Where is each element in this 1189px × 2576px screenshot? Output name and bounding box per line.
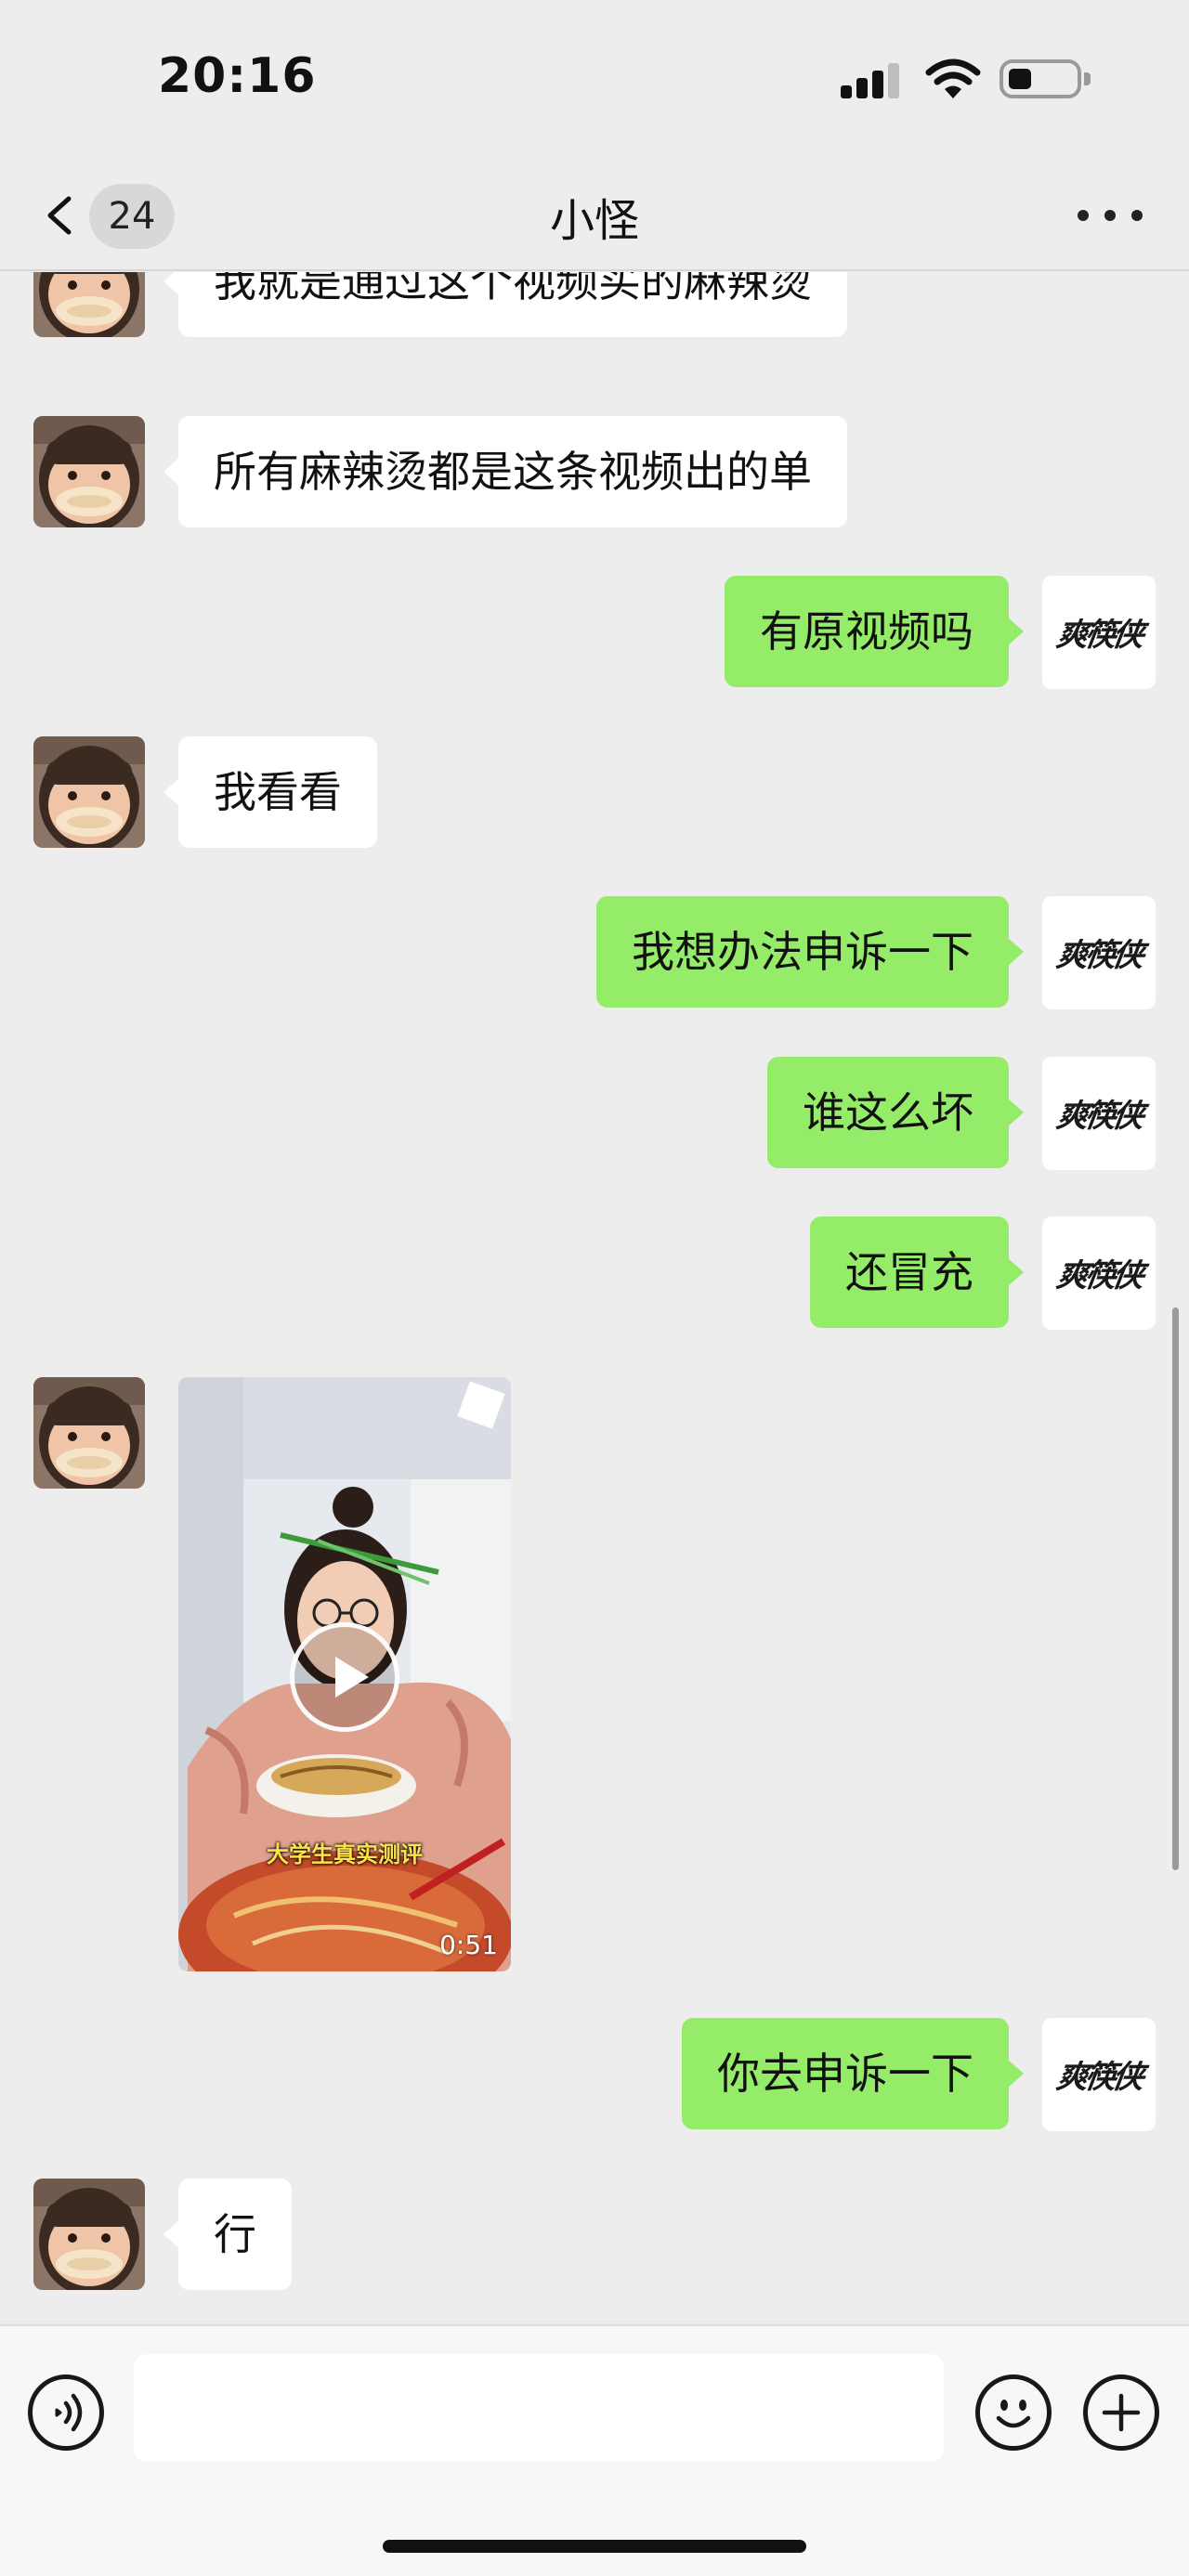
own-avatar[interactable]: 爽筷侠 (1042, 2018, 1156, 2131)
incoming-message-bubble[interactable]: 我就是通过这个视频买的麻辣烫 (163, 272, 847, 337)
plus-button[interactable] (1083, 2374, 1159, 2451)
voice-icon (55, 2393, 83, 2432)
own-avatar-logo: 爽筷侠 (1053, 1098, 1143, 1135)
more-button[interactable] (1078, 195, 1143, 236)
input-toolbar (0, 2324, 1189, 2576)
wifi-icon (925, 59, 981, 98)
home-indicator[interactable] (383, 2540, 806, 2553)
battery-icon (1000, 59, 1091, 98)
outgoing-message-bubble[interactable]: 我想办法申诉一下 (596, 896, 1024, 1008)
own-avatar[interactable]: 爽筷侠 (1042, 576, 1156, 689)
contact-avatar[interactable] (33, 416, 145, 527)
chat-header: 24 小怪 (0, 158, 1189, 271)
own-avatar[interactable]: 爽筷侠 (1042, 896, 1156, 1009)
incoming-message-bubble[interactable]: 所有麻辣烫都是这条视频出的单 (163, 416, 847, 527)
incoming-message-bubble[interactable]: 我看看 (163, 736, 377, 848)
own-avatar[interactable]: 爽筷侠 (1042, 1216, 1156, 1330)
video-duration: 0:51 (439, 1930, 498, 1960)
outgoing-message-bubble[interactable]: 谁这么坏 (767, 1057, 1024, 1168)
incoming-message-bubble[interactable]: 行 (163, 2179, 292, 2290)
own-avatar[interactable]: 爽筷侠 (1042, 1057, 1156, 1170)
emoji-button[interactable] (975, 2374, 1052, 2451)
emoji-icon (996, 2400, 1031, 2428)
video-message-thumbnail[interactable]: 大学生真实测评 0:51 (178, 1377, 511, 1971)
outgoing-message-bubble[interactable]: 还冒充 (810, 1216, 1024, 1328)
message-list[interactable]: 我就是通过这个视频买的麻辣烫 所有麻辣烫都是这条视频出的单 有原视频吗 爽筷侠 … (0, 272, 1189, 2324)
scrollbar[interactable] (1172, 1308, 1179, 1870)
outgoing-message-bubble[interactable]: 你去申诉一下 (682, 2018, 1024, 2129)
status-bar: 20:16 (0, 0, 1189, 158)
more-dots-icon (1078, 210, 1089, 221)
play-icon[interactable] (290, 1622, 399, 1732)
own-avatar-logo: 爽筷侠 (1053, 617, 1143, 654)
contact-avatar[interactable] (33, 736, 145, 848)
contact-avatar[interactable] (33, 272, 145, 337)
chat-title: 小怪 (549, 195, 639, 247)
cellular-signal-icon (841, 61, 900, 98)
plus-icon (1102, 2393, 1141, 2432)
contact-avatar[interactable] (33, 2179, 145, 2290)
own-avatar-logo: 爽筷侠 (1053, 1257, 1143, 1295)
outgoing-message-bubble[interactable]: 有原视频吗 (725, 576, 1024, 687)
status-time: 20:16 (158, 48, 317, 104)
message-input[interactable] (134, 2354, 944, 2462)
own-avatar-logo: 爽筷侠 (1053, 937, 1143, 974)
video-caption: 大学生真实测评 (267, 1841, 423, 1867)
voice-button[interactable] (28, 2374, 104, 2451)
contact-avatar[interactable] (33, 1377, 145, 1489)
own-avatar-logo: 爽筷侠 (1053, 2059, 1143, 2096)
